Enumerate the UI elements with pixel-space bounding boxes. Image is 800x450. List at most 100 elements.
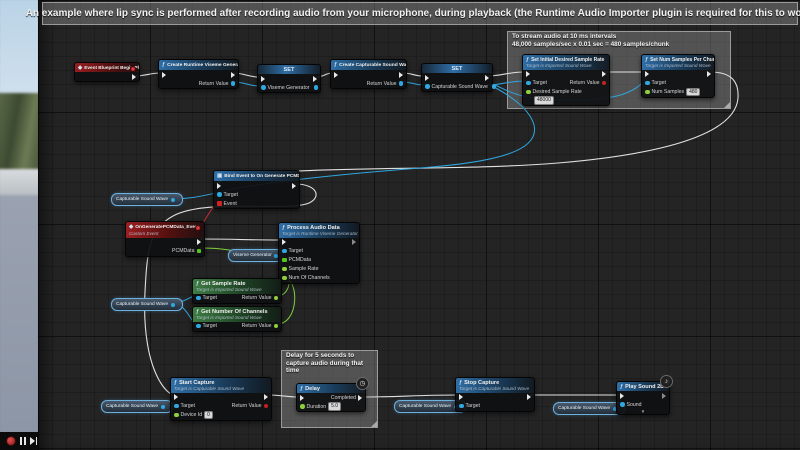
exec-out-pin[interactable] bbox=[132, 74, 136, 80]
target-pin[interactable] bbox=[196, 296, 201, 301]
target-pin[interactable] bbox=[459, 404, 464, 409]
node-set-initial-desired-sample-rate[interactable]: ƒSet Initial Desired Sample RateTarget i… bbox=[522, 54, 610, 106]
record-icon[interactable] bbox=[6, 436, 16, 446]
pcmdata-pin[interactable] bbox=[282, 258, 287, 263]
node-create-capturable-sound-wave[interactable]: ƒCreate Capturable Sound Wave Return Val… bbox=[330, 59, 407, 89]
node-bind-event-to-on-generate-pcmdata[interactable]: ▣Bind Event to On Generate PCMData Targe… bbox=[213, 170, 300, 209]
desired-sample-rate-value[interactable]: 48000 bbox=[534, 96, 554, 105]
var-get-capturable-sound-wave[interactable]: Capturable Sound Wave bbox=[111, 193, 183, 206]
return-value-pin[interactable] bbox=[602, 81, 607, 86]
sample-rate-pin[interactable] bbox=[282, 267, 287, 272]
node-set-num-samples-per-chunk[interactable]: ƒSet Num Samples Per ChunkTarget is Impo… bbox=[641, 54, 715, 98]
target-pin[interactable] bbox=[645, 81, 650, 86]
speaker-icon: ♪ bbox=[660, 375, 673, 388]
node-ongeneratepcmdata-event[interactable]: ◆OnGeneratePCMData_EventCustom Event PCM… bbox=[125, 221, 205, 257]
node-delay[interactable]: ƒDelay Completed Duration5.0 bbox=[296, 383, 366, 412]
delegate-pin[interactable] bbox=[195, 225, 202, 232]
pin-label: Completed bbox=[331, 395, 356, 401]
exec-in-pin[interactable] bbox=[526, 71, 530, 77]
node-start-capture[interactable]: ƒStart CaptureTarget is Capturable Sound… bbox=[170, 377, 272, 421]
viewport-strip bbox=[0, 0, 38, 450]
return-value-pin[interactable] bbox=[231, 81, 236, 86]
target-pin[interactable] bbox=[526, 81, 531, 86]
exec-out-pin[interactable] bbox=[292, 183, 296, 189]
exec-in-pin[interactable] bbox=[645, 71, 649, 77]
event-icon: ◆ bbox=[129, 224, 133, 230]
target-pin[interactable] bbox=[196, 324, 201, 329]
node-stop-capture[interactable]: ƒStop CaptureTarget is Capturable Sound … bbox=[455, 377, 535, 412]
variable-out-pin[interactable] bbox=[492, 84, 497, 89]
completed-exec-out-pin[interactable] bbox=[358, 395, 362, 401]
exec-in-pin[interactable] bbox=[620, 393, 624, 399]
variable-out-pin[interactable] bbox=[161, 405, 165, 409]
exec-out-pin[interactable] bbox=[527, 394, 531, 400]
exec-out-pin[interactable] bbox=[264, 394, 268, 400]
exec-out-pin[interactable] bbox=[485, 75, 489, 81]
set-header: SET bbox=[422, 64, 492, 73]
pin-label: Num Samples bbox=[652, 89, 685, 95]
exec-out-pin[interactable] bbox=[231, 72, 235, 78]
node-set-viseme-generator[interactable]: SET Viseme Generator bbox=[257, 64, 321, 93]
var-get-viseme-generator[interactable]: Viseme Generator bbox=[228, 249, 284, 262]
variable-out-pin[interactable] bbox=[171, 303, 175, 307]
desired-sample-rate-pin[interactable] bbox=[526, 90, 531, 95]
target-pin[interactable] bbox=[217, 192, 222, 197]
exec-out-pin[interactable] bbox=[197, 239, 201, 245]
comment-top[interactable]: An example where lip sync is performed a… bbox=[42, 2, 798, 25]
node-process-audio-data[interactable]: ƒProcess Audio DataTarget is Runtime Vis… bbox=[278, 222, 360, 284]
exec-out-pin[interactable] bbox=[352, 239, 356, 245]
node-get-sample-rate[interactable]: ƒGet Sample RateTarget is Imported Sound… bbox=[192, 278, 282, 304]
pause-icon[interactable] bbox=[20, 437, 26, 445]
expand-advanced-chevron-icon[interactable]: ▼ bbox=[617, 409, 669, 414]
comment-resize-handle[interactable] bbox=[371, 421, 377, 427]
exec-out-pin[interactable] bbox=[707, 71, 711, 77]
var-get-capturable-sound-wave[interactable]: Capturable Sound Wave bbox=[101, 400, 173, 413]
exec-in-pin[interactable] bbox=[162, 72, 166, 78]
var-get-capturable-sound-wave[interactable]: Capturable Sound Wave bbox=[111, 298, 183, 311]
var-get-capturable-sound-wave[interactable]: Capturable Sound Wave bbox=[553, 402, 625, 415]
exec-out-pin[interactable] bbox=[399, 72, 403, 78]
pin-label: Capturable Sound Wave bbox=[432, 84, 488, 90]
bind-event-icon: ▣ bbox=[217, 173, 222, 179]
delegate-pin[interactable] bbox=[130, 66, 137, 73]
num-samples-pin[interactable] bbox=[645, 90, 650, 95]
exec-in-pin[interactable] bbox=[425, 75, 429, 81]
pin-label: Target bbox=[224, 192, 238, 198]
blueprint-editor: An example where lip sync is performed a… bbox=[0, 0, 800, 450]
duration-pin[interactable] bbox=[300, 404, 305, 409]
exec-in-pin[interactable] bbox=[300, 395, 304, 401]
variable-out-pin[interactable] bbox=[314, 85, 319, 90]
exec-in-pin[interactable] bbox=[334, 72, 338, 78]
variable-out-pin[interactable] bbox=[171, 198, 175, 202]
target-pin[interactable] bbox=[282, 249, 287, 254]
return-value-pin[interactable] bbox=[274, 296, 279, 301]
exec-out-pin[interactable] bbox=[313, 76, 317, 82]
node-set-capturable-sound-wave[interactable]: SET Capturable Sound Wave bbox=[421, 63, 493, 92]
target-pin[interactable] bbox=[174, 404, 179, 409]
node-get-number-of-channels[interactable]: ƒGet Number Of ChannelsTarget is Importe… bbox=[192, 306, 282, 332]
sound-pin[interactable] bbox=[620, 402, 625, 407]
node-event-begin-play[interactable]: ◆Event Blueprint Begin Play bbox=[74, 62, 140, 82]
variable-in-pin[interactable] bbox=[261, 85, 266, 90]
comment-resize-handle[interactable] bbox=[724, 102, 730, 108]
variable-in-pin[interactable] bbox=[425, 84, 430, 89]
step-forward-icon[interactable] bbox=[30, 437, 38, 445]
exec-in-pin[interactable] bbox=[217, 183, 221, 189]
num-of-channels-pin[interactable] bbox=[282, 276, 287, 281]
device-id-pin[interactable] bbox=[174, 413, 179, 418]
pcmdata-out-pin[interactable] bbox=[197, 249, 202, 254]
num-samples-value[interactable]: 480 bbox=[686, 88, 700, 97]
exec-in-pin[interactable] bbox=[174, 394, 178, 400]
node-create-runtime-viseme-generator[interactable]: ƒCreate Runtime Viseme Generator Return … bbox=[158, 59, 239, 89]
exec-out-pin[interactable] bbox=[602, 71, 606, 77]
return-value-pin[interactable] bbox=[264, 404, 269, 409]
return-value-pin[interactable] bbox=[399, 81, 404, 86]
exec-in-pin[interactable] bbox=[459, 394, 463, 400]
duration-value[interactable]: 5.0 bbox=[328, 402, 341, 411]
exec-in-pin[interactable] bbox=[261, 76, 265, 82]
exec-in-pin[interactable] bbox=[282, 239, 286, 245]
exec-out-pin[interactable] bbox=[662, 393, 666, 399]
device-id-value[interactable]: 0 bbox=[204, 411, 213, 420]
return-value-pin[interactable] bbox=[274, 324, 279, 329]
event-delegate-pin[interactable] bbox=[217, 201, 222, 206]
